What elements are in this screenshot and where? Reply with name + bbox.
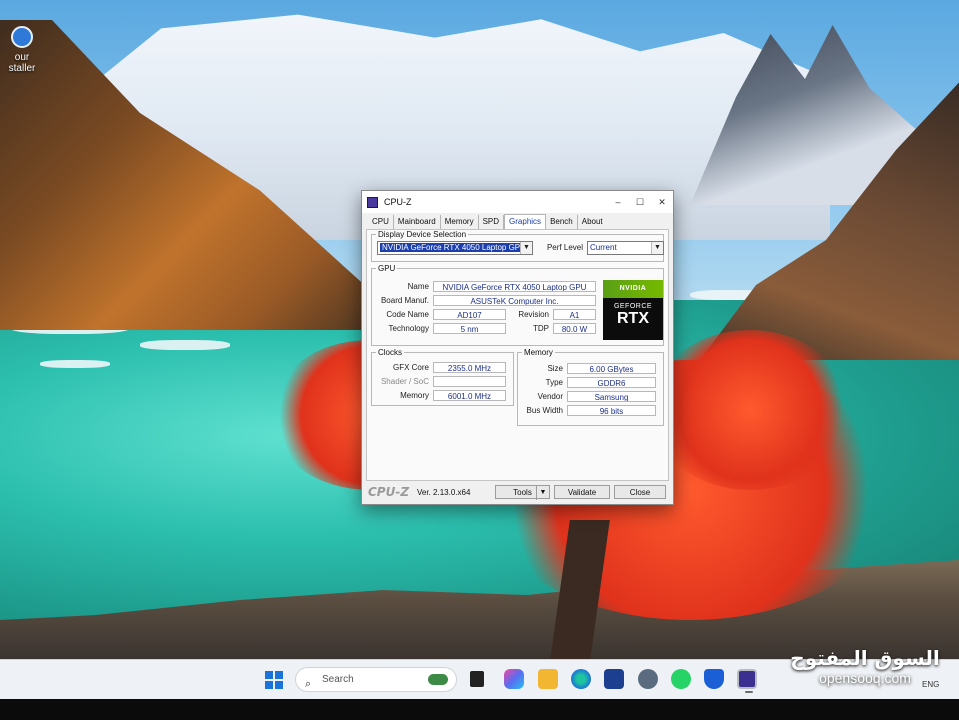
whatsapp-icon[interactable]	[671, 669, 691, 689]
technology-value: 5 nm	[433, 323, 506, 334]
code-name-value: AD107	[433, 309, 506, 320]
chevron-down-icon: ▼	[520, 242, 532, 254]
graphics-panel: Display Device Selection NVIDIA GeForce …	[366, 229, 669, 481]
file-explorer-icon[interactable]	[538, 669, 558, 689]
gpu-legend: GPU	[378, 264, 396, 273]
tab-memory[interactable]: Memory	[441, 215, 479, 229]
perf-level-label: Perf Level	[546, 243, 583, 252]
mem-vendor-label: Vendor	[537, 392, 563, 401]
screen-bezel	[0, 699, 959, 720]
code-name-label: Code Name	[386, 310, 429, 319]
device-select-value: NVIDIA GeForce RTX 4050 Laptop GPU	[380, 243, 528, 252]
geforce-text: GEFORCE	[613, 303, 653, 310]
tools-label: Tools	[513, 488, 532, 497]
gfx-core-label: GFX Core	[392, 363, 429, 372]
mem-size-label: Size	[547, 364, 563, 373]
mem-vendor-value: Samsung	[567, 391, 656, 402]
maximize-button[interactable]: ☐	[629, 197, 651, 208]
gfx-core-value: 2355.0 MHz	[433, 362, 506, 373]
board-manuf-label: Board Manuf.	[380, 296, 429, 305]
chevron-down-icon: ▼	[651, 242, 663, 254]
task-view-icon[interactable]	[470, 671, 484, 687]
tab-about[interactable]: About	[578, 215, 607, 229]
cpuz-taskbar-icon[interactable]	[737, 669, 757, 693]
cpuz-brand: CPU-Z	[368, 485, 410, 499]
tdp-value: 80.0 W	[553, 323, 596, 334]
window-title: CPU-Z	[384, 197, 412, 207]
shader-soc-value	[433, 376, 506, 387]
tab-bar: CPU Mainboard Memory SPD Graphics Bench …	[368, 214, 607, 231]
security-shield-icon[interactable]	[704, 669, 724, 689]
chevron-down-icon: ▼	[536, 486, 549, 500]
search-placeholder: Search	[322, 674, 354, 685]
settings-gear-icon[interactable]	[638, 669, 658, 689]
taskbar-search-box[interactable]: ⌕ Search	[295, 667, 457, 692]
minimize-button[interactable]: –	[607, 197, 629, 207]
technology-label: Technology	[388, 324, 429, 333]
mem-size-value: 6.00 GBytes	[567, 363, 656, 374]
board-manuf-value: ASUSTeK Computer Inc.	[433, 295, 596, 306]
bus-width-value: 96 bits	[567, 405, 656, 416]
memory-legend: Memory	[524, 348, 553, 357]
nvidia-rtx-logo: NVIDIA GEFORCE RTX	[603, 280, 663, 340]
opensooq-watermark: السوق المفتوح opensooq.com	[790, 646, 940, 686]
revision-label: Revision	[518, 310, 549, 319]
device-select[interactable]: NVIDIA GeForce RTX 4050 Laptop GPU ▼	[377, 241, 533, 255]
tdp-label: TDP	[533, 324, 549, 333]
close-window-button[interactable]: ✕	[651, 197, 673, 208]
gpu-name-value: NVIDIA GeForce RTX 4050 Laptop GPU	[433, 281, 596, 292]
search-icon: ⌕	[305, 678, 312, 690]
cpuz-app-icon	[367, 196, 378, 208]
validate-button[interactable]: Validate	[554, 485, 610, 499]
desktop-shortcut[interactable]: our staller	[0, 26, 44, 74]
clocks-legend: Clocks	[378, 348, 403, 357]
nvidia-brand: NVIDIA	[603, 280, 663, 298]
tab-bench[interactable]: Bench	[546, 215, 578, 229]
store-icon[interactable]	[604, 669, 624, 689]
version-text: Ver. 2.13.0.x64	[417, 487, 471, 497]
title-bar[interactable]: CPU-Z – ☐ ✕	[362, 191, 673, 213]
memory-clock-value: 6001.0 MHz	[433, 390, 506, 401]
copilot-icon[interactable]	[504, 669, 524, 689]
tab-cpu[interactable]: CPU	[368, 215, 394, 229]
window-footer: CPU-Z Ver. 2.13.0.x64 Tools ▼ Validate C…	[366, 483, 667, 501]
windows-start-icon[interactable]	[265, 671, 283, 689]
installer-icon	[11, 26, 33, 48]
close-button[interactable]: Close	[614, 485, 666, 499]
tab-spd[interactable]: SPD	[479, 215, 505, 229]
mem-type-value: GDDR6	[567, 377, 656, 388]
watermark-arabic: السوق المفتوح	[790, 646, 940, 670]
mem-type-label: Type	[545, 378, 563, 387]
perf-level-select[interactable]: Current ▼	[587, 241, 664, 255]
revision-value: A1	[553, 309, 596, 320]
shader-soc-label: Shader / SoC	[380, 377, 429, 386]
memory-clock-label: Memory	[400, 391, 429, 400]
gpu-name-label: Name	[407, 282, 429, 291]
tab-mainboard[interactable]: Mainboard	[394, 215, 441, 229]
turtle-widget-icon	[428, 674, 448, 685]
perf-level-value: Current	[590, 243, 617, 252]
tools-button[interactable]: Tools ▼	[495, 485, 550, 500]
desktop-shortcut-label: our staller	[8, 52, 36, 74]
display-device-legend: Display Device Selection	[378, 230, 467, 239]
watermark-latin: opensooq.com	[819, 670, 911, 686]
cpuz-window: CPU-Z – ☐ ✕ CPU Mainboard Memory SPD Gra…	[361, 190, 674, 505]
edge-browser-icon[interactable]	[571, 669, 591, 689]
rtx-text: RTX	[617, 310, 649, 327]
bus-width-label: Bus Width	[526, 406, 563, 415]
